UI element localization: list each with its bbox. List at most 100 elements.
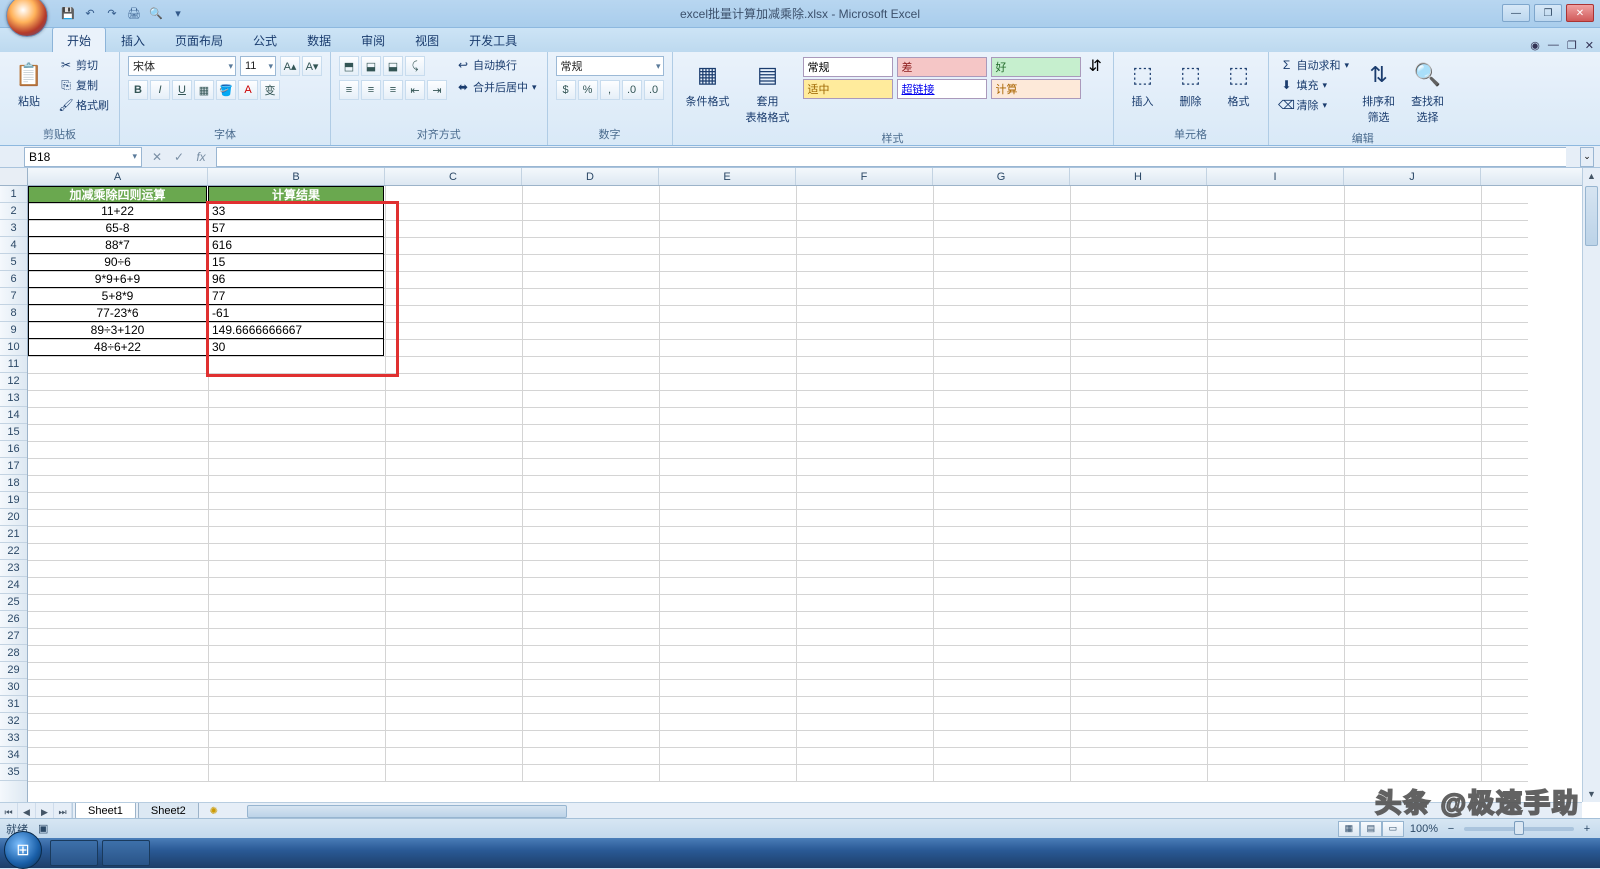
row-header-4[interactable]: 4 [0, 237, 27, 254]
cancel-formula-icon[interactable]: ✕ [148, 150, 166, 164]
row-header-14[interactable]: 14 [0, 407, 27, 424]
cell-style-normal[interactable]: 常规 [803, 57, 893, 77]
align-top-icon[interactable]: ⬒ [339, 56, 359, 76]
undo-icon[interactable]: ↶ [82, 6, 98, 22]
row-header-8[interactable]: 8 [0, 305, 27, 322]
align-center-icon[interactable]: ≡ [361, 80, 381, 100]
taskbar-item[interactable] [102, 840, 150, 866]
cell-B6[interactable]: 96 [208, 271, 384, 288]
ribbon-tab-4[interactable]: 数据 [292, 27, 346, 52]
row-header-2[interactable]: 2 [0, 203, 27, 220]
row-header-5[interactable]: 5 [0, 254, 27, 271]
hscroll-thumb[interactable] [247, 805, 567, 818]
merge-center-button[interactable]: ⬌合并后居中▾ [453, 78, 539, 96]
format-as-table-button[interactable]: ▤套用 表格格式 [741, 56, 795, 128]
row-header-31[interactable]: 31 [0, 696, 27, 713]
row-header-1[interactable]: 1 [0, 186, 27, 203]
row-header-3[interactable]: 3 [0, 220, 27, 237]
row-header-11[interactable]: 11 [0, 356, 27, 373]
select-all-corner[interactable] [0, 168, 28, 186]
cell-style-neutral[interactable]: 适中 [803, 79, 893, 99]
row-header-12[interactable]: 12 [0, 373, 27, 390]
ribbon-tab-3[interactable]: 公式 [238, 27, 292, 52]
ribbon-close-icon[interactable]: ✕ [1585, 39, 1594, 52]
row-header-9[interactable]: 9 [0, 322, 27, 339]
page-layout-view-icon[interactable]: ▤ [1360, 821, 1382, 837]
column-header-D[interactable]: D [522, 168, 659, 185]
comma-icon[interactable]: , [600, 80, 620, 100]
row-header-34[interactable]: 34 [0, 747, 27, 764]
column-header-A[interactable]: A [28, 168, 208, 185]
column-header-B[interactable]: B [208, 168, 385, 185]
shrink-font-icon[interactable]: A▾ [302, 56, 322, 76]
cell-A6[interactable]: 9*9+6+9 [28, 271, 207, 288]
percent-icon[interactable]: % [578, 80, 598, 100]
row-header-15[interactable]: 15 [0, 424, 27, 441]
align-bottom-icon[interactable]: ⬓ [383, 56, 403, 76]
sort-filter-button[interactable]: ⇅排序和 筛选 [1357, 56, 1400, 128]
row-header-6[interactable]: 6 [0, 271, 27, 288]
indent-inc-icon[interactable]: ⇥ [427, 80, 447, 100]
align-middle-icon[interactable]: ⬓ [361, 56, 381, 76]
row-header-24[interactable]: 24 [0, 577, 27, 594]
currency-icon[interactable]: $ [556, 80, 576, 100]
bold-button[interactable]: B [128, 80, 148, 100]
cell-A3[interactable]: 65-8 [28, 220, 207, 237]
cell-style-bad[interactable]: 差 [897, 57, 987, 77]
row-header-16[interactable]: 16 [0, 441, 27, 458]
scroll-up-icon[interactable]: ▲ [1583, 168, 1600, 184]
row-header-13[interactable]: 13 [0, 390, 27, 407]
cell-B4[interactable]: 616 [208, 237, 384, 254]
row-header-21[interactable]: 21 [0, 526, 27, 543]
paste-button[interactable]: 📋 粘贴 [8, 56, 50, 112]
maximize-button[interactable]: ❐ [1534, 4, 1562, 22]
orientation-icon[interactable]: ⤹ [405, 56, 425, 76]
formula-expand-icon[interactable]: ⌄ [1580, 147, 1594, 167]
cell-A8[interactable]: 77-23*6 [28, 305, 207, 322]
start-button[interactable]: ⊞ [4, 831, 42, 869]
cell-A2[interactable]: 11+22 [28, 203, 207, 220]
row-header-35[interactable]: 35 [0, 764, 27, 781]
row-header-28[interactable]: 28 [0, 645, 27, 662]
ribbon-tab-5[interactable]: 审阅 [346, 27, 400, 52]
inc-decimal-icon[interactable]: .0 [622, 80, 642, 100]
formula-input[interactable] [216, 147, 1566, 167]
number-format-combo[interactable]: 常规 [556, 56, 664, 76]
zoom-in-icon[interactable]: + [1580, 823, 1594, 835]
print-icon[interactable]: 🖨 [126, 6, 142, 22]
insert-sheet-icon[interactable]: ✺ [203, 803, 225, 819]
zoom-out-icon[interactable]: − [1444, 823, 1458, 835]
cell-style-calculation[interactable]: 计算 [991, 79, 1081, 99]
insert-cells-button[interactable]: ⬚插入 [1122, 56, 1164, 112]
column-header-I[interactable]: I [1207, 168, 1344, 185]
delete-cells-button[interactable]: ⬚删除 [1170, 56, 1212, 112]
format-painter-button[interactable]: 🖌格式刷 [56, 96, 111, 114]
column-header-F[interactable]: F [796, 168, 933, 185]
cell-B2[interactable]: 33 [208, 203, 384, 220]
align-right-icon[interactable]: ≡ [383, 80, 403, 100]
format-cells-button[interactable]: ⬚格式 [1218, 56, 1260, 112]
column-header-G[interactable]: G [933, 168, 1070, 185]
align-left-icon[interactable]: ≡ [339, 80, 359, 100]
cell-style-good[interactable]: 好 [991, 57, 1081, 77]
cell-style-hyperlink[interactable]: 超链接 [897, 79, 987, 99]
indent-dec-icon[interactable]: ⇤ [405, 80, 425, 100]
row-header-29[interactable]: 29 [0, 662, 27, 679]
cell-B3[interactable]: 57 [208, 220, 384, 237]
cell-B10[interactable]: 30 [208, 339, 384, 356]
cell-B9[interactable]: 149.6666666667 [208, 322, 384, 339]
minimize-button[interactable]: — [1502, 4, 1530, 22]
normal-view-icon[interactable]: ▦ [1338, 821, 1360, 837]
column-header-C[interactable]: C [385, 168, 522, 185]
row-header-26[interactable]: 26 [0, 611, 27, 628]
cell-A10[interactable]: 48÷6+22 [28, 339, 207, 356]
row-header-10[interactable]: 10 [0, 339, 27, 356]
preview-icon[interactable]: 🔍 [148, 6, 164, 22]
cell-B1[interactable]: 计算结果 [208, 186, 384, 203]
ribbon-tab-2[interactable]: 页面布局 [160, 27, 238, 52]
row-header-22[interactable]: 22 [0, 543, 27, 560]
autosum-button[interactable]: Σ自动求和▾ [1277, 56, 1352, 74]
row-header-20[interactable]: 20 [0, 509, 27, 526]
scroll-down-icon[interactable]: ▼ [1583, 786, 1600, 802]
redo-icon[interactable]: ↷ [104, 6, 120, 22]
